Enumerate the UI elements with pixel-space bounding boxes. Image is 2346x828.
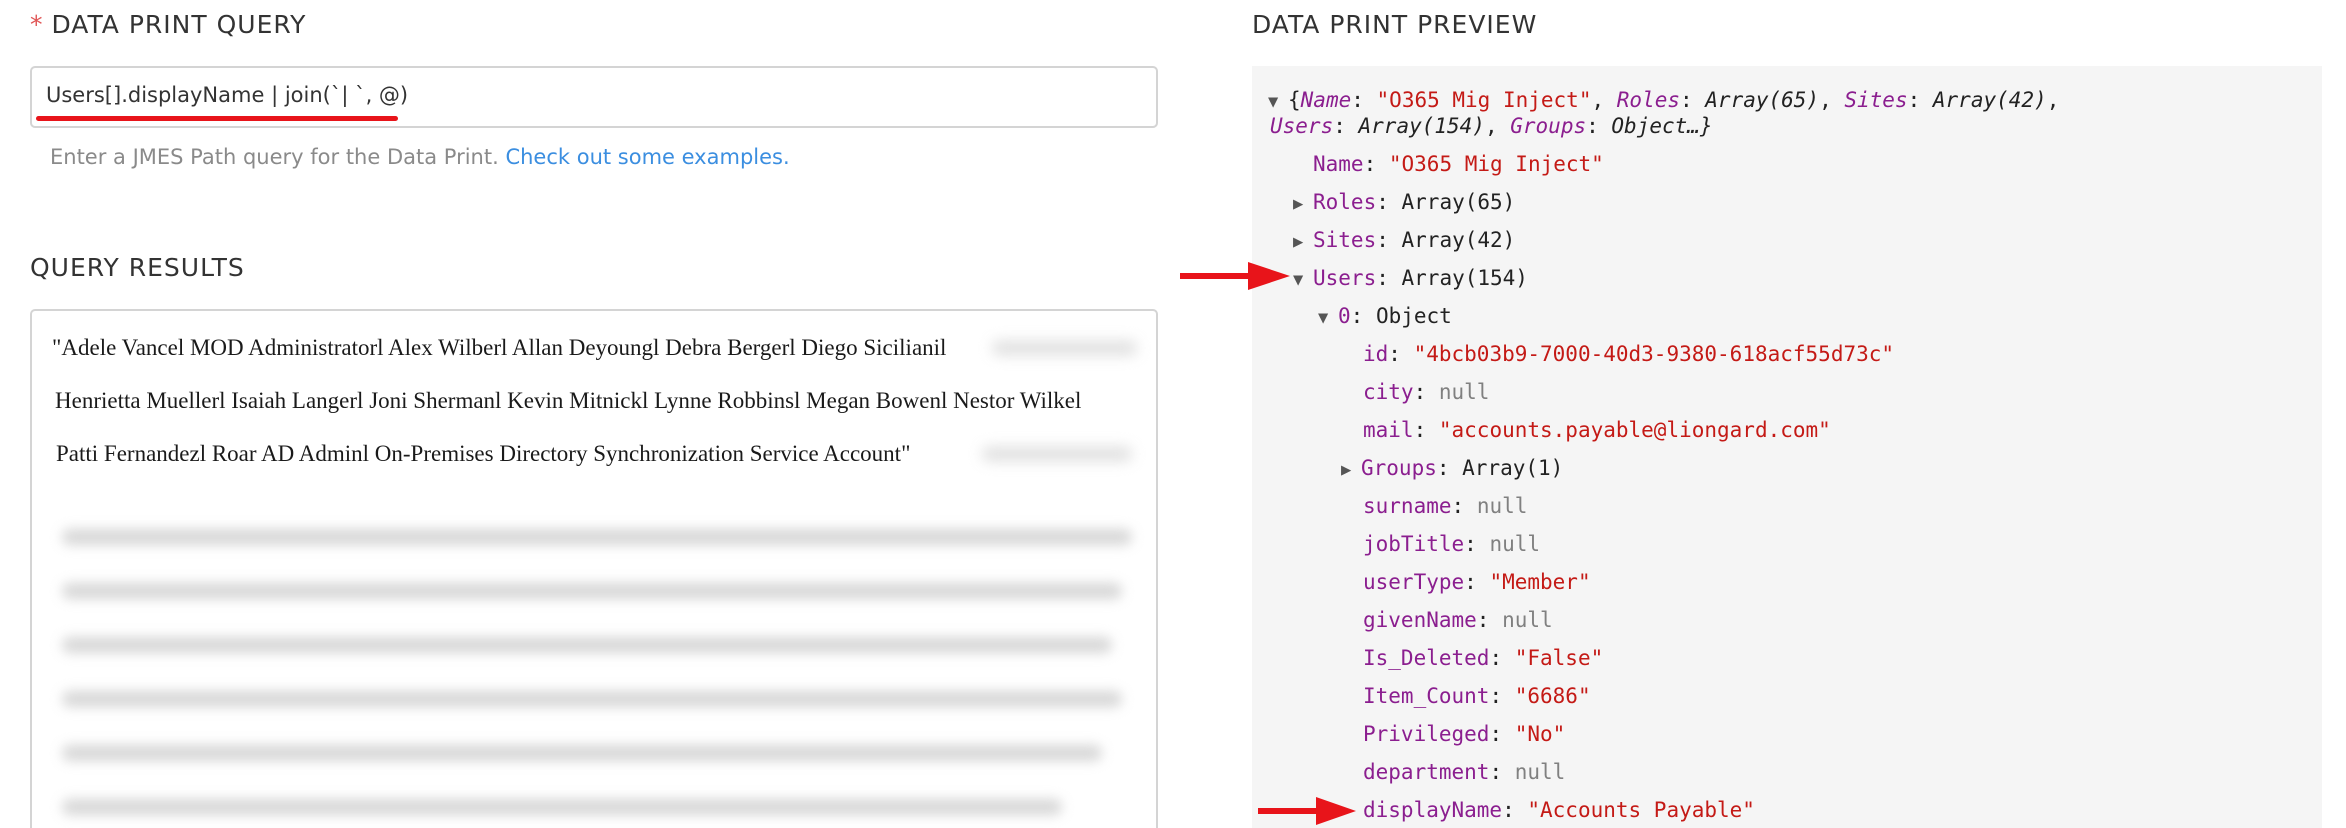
tree-root-summary[interactable]: ▼ {Name: "O365 Mig Inject", Roles: Array(… — [1268, 88, 2059, 112]
result-line-2: Henrietta Muellerl Isaiah Langerl Joni S… — [55, 388, 1082, 413]
blurred-result-line — [62, 799, 1062, 815]
blurred-text-tail — [992, 341, 1137, 355]
blurred-result-line — [62, 637, 1112, 653]
tree-row-user-0[interactable]: ▼ 0: Object — [1318, 304, 1452, 328]
tree-row-groups[interactable]: ▶ Groups: Array(1) — [1341, 456, 1563, 480]
triangle-right-icon[interactable]: ▶ — [1341, 460, 1361, 480]
query-section-label: * DATA PRINT QUERY — [30, 10, 306, 39]
examples-link[interactable]: Check out some examples. — [505, 145, 789, 169]
tree-row-jobtitle: jobTitle: null — [1363, 532, 1541, 556]
required-marker: * — [30, 10, 44, 39]
query-input[interactable]: Users[].displayName | join(`| `, @) — [30, 66, 1158, 128]
data-print-preview-label: DATA PRINT PREVIEW — [1252, 10, 1538, 39]
tree-row-users[interactable]: ▼ Users: Array(154) — [1293, 266, 1528, 290]
blurred-result-line — [62, 583, 1122, 599]
query-label-text: DATA PRINT QUERY — [51, 10, 307, 39]
result-line-3: Patti Fernandezl Roar AD Adminl On-Premi… — [56, 441, 911, 466]
tree-row-item-count: Item_Count: "6686" — [1363, 684, 1591, 708]
triangle-down-icon[interactable]: ▼ — [1268, 92, 1288, 112]
tree-row-displayname: displayName: "Accounts Payable" — [1363, 798, 1755, 822]
query-results-box[interactable]: "Adele Vancel MOD Administratorl Alex Wi… — [30, 309, 1158, 828]
tree-row-roles[interactable]: ▶ Roles: Array(65) — [1293, 190, 1515, 214]
tree-root-summary-cont: Users: Array(154), Groups: Object…} — [1270, 114, 1713, 138]
tree-row-surname: surname: null — [1363, 494, 1528, 518]
tree-row-is-deleted: Is_Deleted: "False" — [1363, 646, 1604, 670]
blurred-result-line — [62, 745, 1102, 761]
help-text-static: Enter a JMES Path query for the Data Pri… — [50, 145, 499, 169]
blurred-result-line — [62, 529, 1132, 545]
red-arrow-icon — [1258, 797, 1356, 825]
result-line-1: "Adele Vancel MOD Administratorl Alex Wi… — [52, 335, 947, 360]
triangle-right-icon[interactable]: ▶ — [1293, 232, 1313, 252]
query-input-value[interactable]: Users[].displayName | join(`| `, @) — [46, 83, 408, 107]
blurred-result-line — [62, 691, 1122, 707]
query-red-underline-annotation — [36, 116, 398, 121]
triangle-down-icon[interactable]: ▼ — [1318, 308, 1338, 328]
data-print-preview-panel — [1252, 66, 2322, 828]
tree-row-givenname: givenName: null — [1363, 608, 1553, 632]
tree-row-usertype: userType: "Member" — [1363, 570, 1591, 594]
tree-row-department: department: null — [1363, 760, 1566, 784]
triangle-right-icon[interactable]: ▶ — [1293, 194, 1313, 214]
query-results-label: QUERY RESULTS — [30, 253, 245, 282]
tree-row-mail: mail: "accounts.payable@liongard.com" — [1363, 418, 1831, 442]
tree-row-city: city: null — [1363, 380, 1490, 404]
query-help-text: Enter a JMES Path query for the Data Pri… — [50, 145, 790, 169]
triangle-down-icon[interactable]: ▼ — [1293, 270, 1313, 290]
tree-row-name: Name: "O365 Mig Inject" — [1313, 152, 1604, 176]
tree-row-privileged: Privileged: "No" — [1363, 722, 1566, 746]
blurred-text-tail — [982, 447, 1132, 461]
tree-row-sites[interactable]: ▶ Sites: Array(42) — [1293, 228, 1515, 252]
tree-row-id: id: "4bcb03b9-7000-40d3-9380-618acf55d73… — [1363, 342, 1895, 366]
red-arrow-icon — [1180, 262, 1290, 290]
